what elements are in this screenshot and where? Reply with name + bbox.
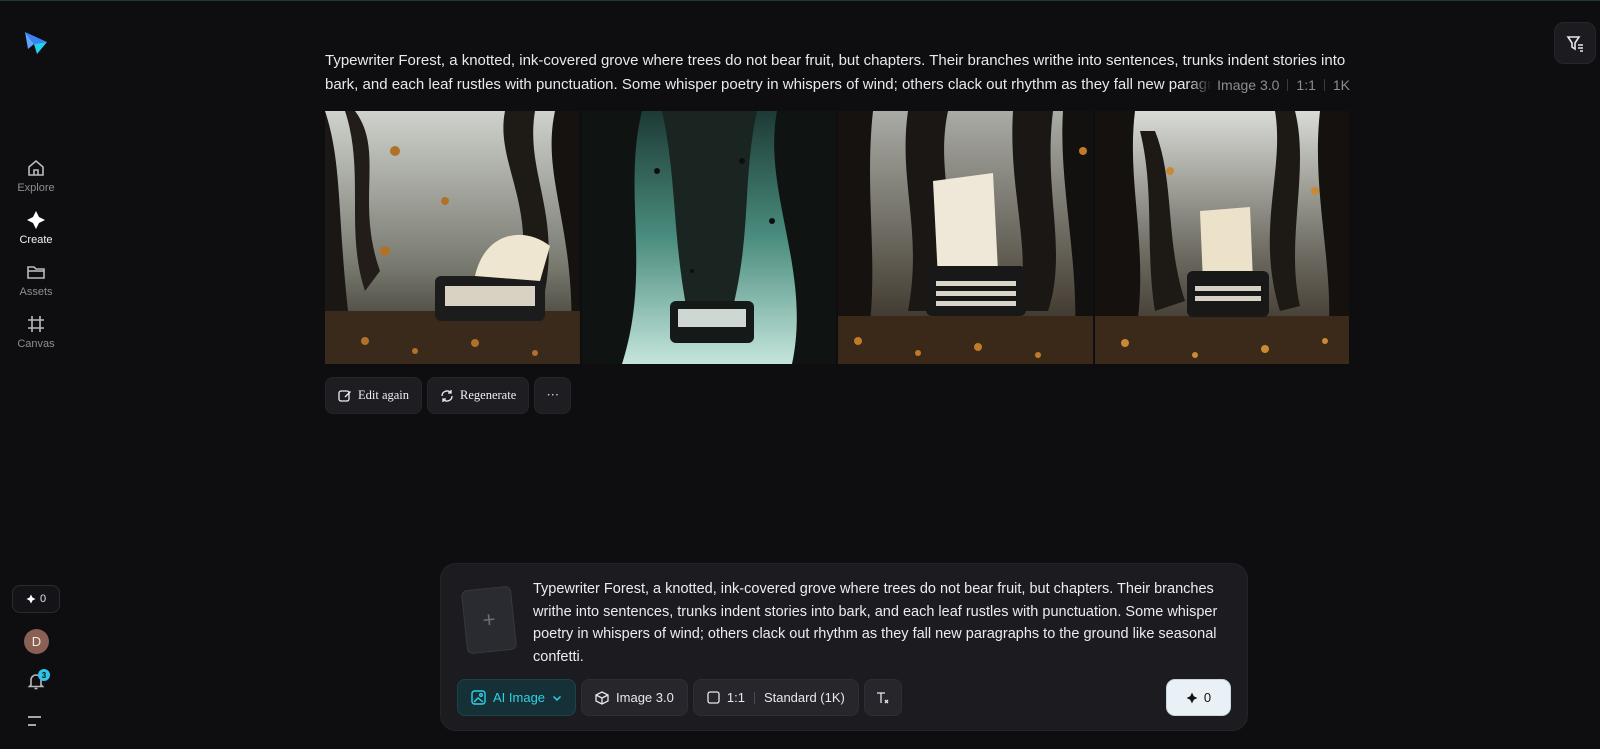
image-mode-icon <box>471 690 486 705</box>
square-icon <box>707 691 720 704</box>
plus-icon: + <box>481 606 497 633</box>
credits-badge[interactable]: 0 <box>12 585 60 613</box>
model-label: Image 3.0 <box>616 690 674 705</box>
sidebar-item-label: Assets <box>19 286 53 298</box>
edit-icon <box>338 389 351 402</box>
sidebar: Explore Create Assets Canvas 0 D 3 <box>0 1 72 749</box>
composer-controls: AI Image Image 3.0 1:1 Standard (1K) <box>457 679 902 716</box>
regenerate-button[interactable]: Regenerate <box>427 377 530 414</box>
sparkle-icon <box>26 594 36 604</box>
prompt-input[interactable]: Typewriter Forest, a knotted, ink-covere… <box>533 578 1228 668</box>
credits-count: 0 <box>39 593 47 605</box>
more-icon: ··· <box>546 388 560 402</box>
sidebar-item-create[interactable]: Create <box>6 209 66 255</box>
divider <box>1323 79 1325 91</box>
avatar[interactable]: D <box>24 629 49 654</box>
home-icon <box>25 157 47 179</box>
mode-label: AI Image <box>493 690 546 705</box>
result-resolution: 1K <box>1332 77 1350 93</box>
generate-button[interactable]: 0 <box>1166 679 1231 716</box>
prompt-composer: + Typewriter Forest, a knotted, ink-cove… <box>440 563 1248 731</box>
sparkle-icon <box>1186 692 1198 703</box>
text-format-icon <box>876 691 889 703</box>
sidebar-item-label: Create <box>19 234 53 246</box>
result-prompt-header: Typewriter Forest, a knotted, ink-covere… <box>325 49 1350 97</box>
sidebar-item-explore[interactable]: Explore <box>6 157 66 203</box>
result-actions: Edit again Regenerate ··· <box>325 377 572 414</box>
sparkle-icon <box>25 209 47 231</box>
sidebar-item-canvas[interactable]: Canvas <box>6 313 66 359</box>
result-image-grid <box>325 111 1349 364</box>
result-ratio: 1:1 <box>1296 77 1316 93</box>
edit-again-button[interactable]: Edit again <box>325 377 423 414</box>
divider <box>1287 79 1289 91</box>
add-reference-image-button[interactable]: + <box>460 585 518 655</box>
divider <box>753 691 755 704</box>
app-logo-icon[interactable] <box>22 29 50 57</box>
mode-select[interactable]: AI Image <box>457 679 577 716</box>
generated-image-4[interactable] <box>1094 111 1349 364</box>
result-model: Image 3.0 <box>1217 77 1280 93</box>
ratio-quality-select[interactable]: 1:1 Standard (1K) <box>692 679 859 716</box>
text-style-button[interactable] <box>863 679 902 716</box>
model-select[interactable]: Image 3.0 <box>581 679 688 716</box>
filter-icon <box>1566 36 1583 52</box>
generate-credits: 0 <box>1203 690 1212 705</box>
sidebar-item-label: Explore <box>17 182 55 194</box>
folder-icon <box>25 261 47 283</box>
filter-button[interactable] <box>1554 22 1596 64</box>
edit-again-label: Edit again <box>358 388 410 402</box>
generated-image-2[interactable] <box>581 111 836 364</box>
cube-icon <box>595 690 609 705</box>
grid-hash-icon <box>25 313 47 335</box>
notification-badge: 3 <box>38 669 50 681</box>
sidebar-item-label: Canvas <box>17 338 55 350</box>
refresh-icon <box>441 389 453 402</box>
result-meta: Image 3.0 1:1 1K <box>1187 73 1350 97</box>
chevron-down-icon <box>553 695 562 701</box>
generated-image-3[interactable] <box>838 111 1093 364</box>
regenerate-label: Regenerate <box>460 388 517 402</box>
more-options-button[interactable]: ··· <box>534 377 572 414</box>
generated-image-1[interactable] <box>325 111 580 364</box>
sidebar-item-assets[interactable]: Assets <box>6 261 66 307</box>
quality-label: Standard (1K) <box>763 690 845 705</box>
menu-icon[interactable] <box>27 714 45 728</box>
ratio-label: 1:1 <box>726 690 745 705</box>
